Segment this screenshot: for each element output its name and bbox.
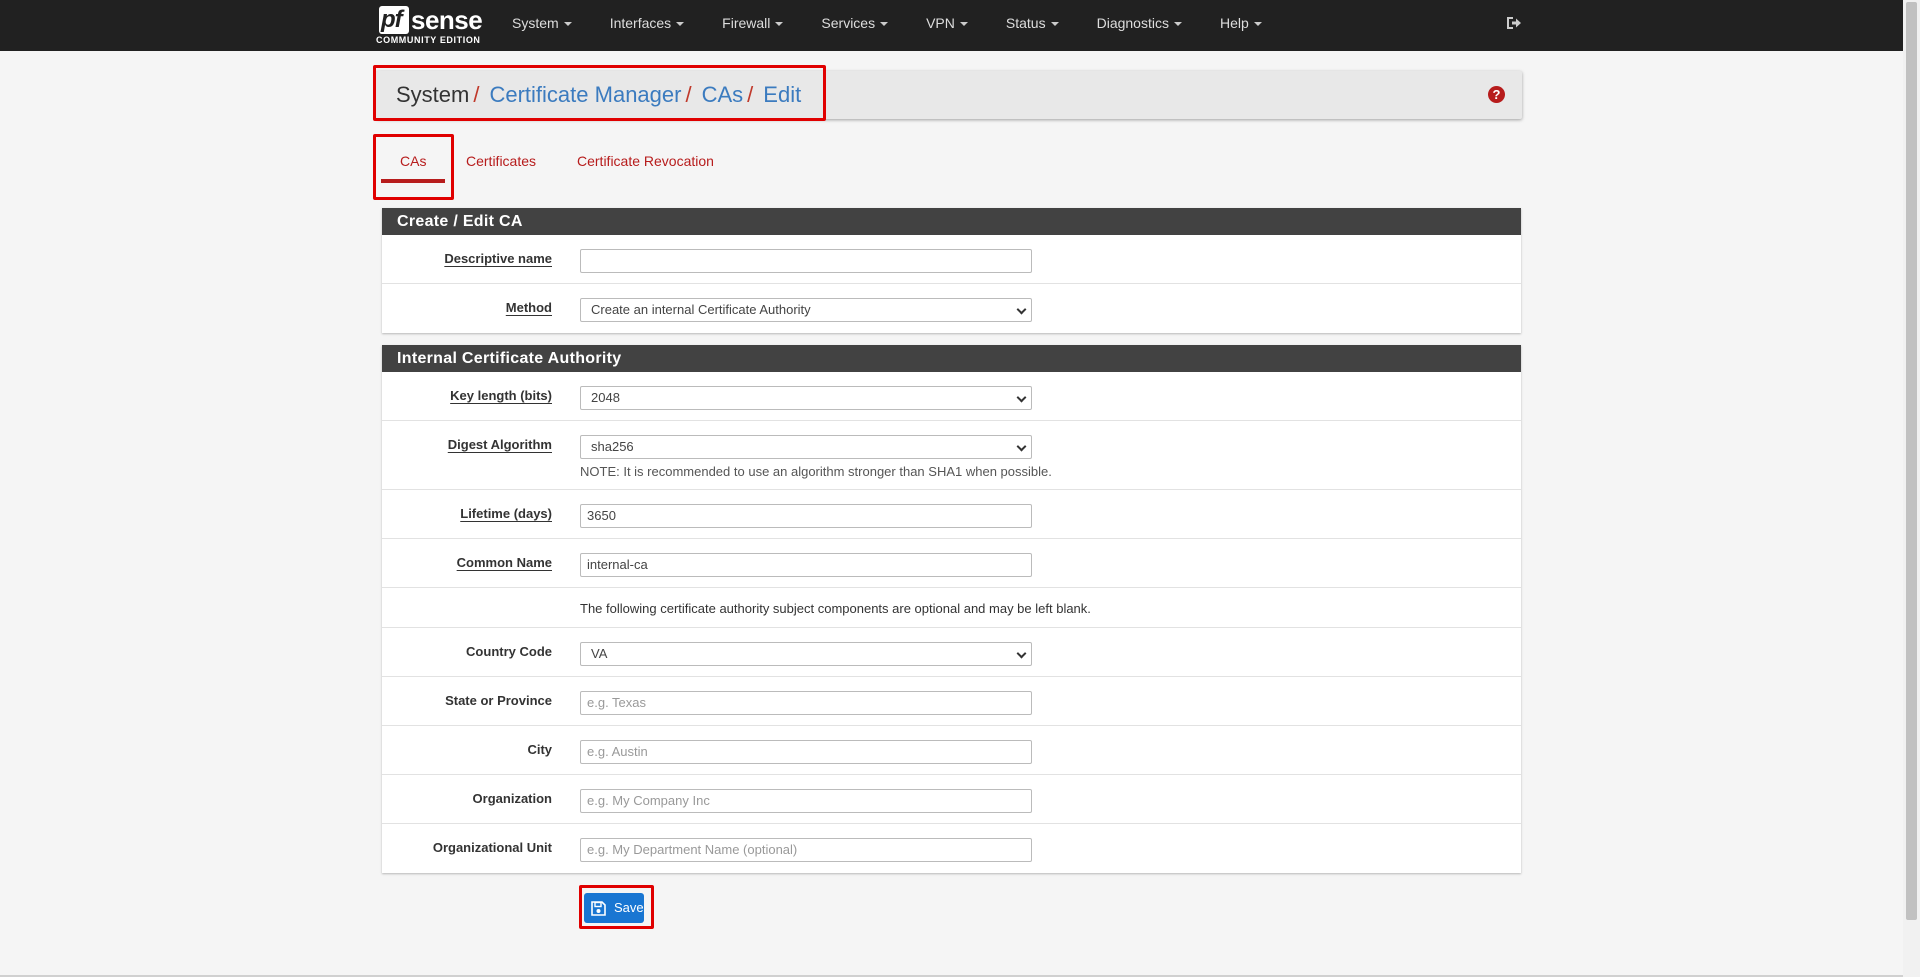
logo-edition-text: COMMUNITY EDITION [376,35,481,45]
caret-down-icon [1173,22,1182,27]
lifetime-row: Lifetime (days) 3650 [382,490,1521,539]
lifetime-input[interactable]: 3650 [580,504,1032,528]
common-name-label: Common Name [456,555,552,570]
breadcrumb-annotation-box [373,65,826,121]
tab-certificate-revocation[interactable]: Certificate Revocation [577,153,714,169]
country-value: VA [591,646,608,661]
common-name-input[interactable]: internal-ca [580,553,1032,577]
menu-system-label: System [512,15,559,31]
org-unit-label: Organizational Unit [432,840,552,855]
top-navbar: pf sense COMMUNITY EDITION System Interf… [0,0,1903,51]
state-input[interactable]: e.g. Texas [580,691,1032,715]
menu-system[interactable]: System [512,0,590,51]
menu-vpn[interactable]: VPN [926,0,986,51]
digest-value: sha256 [591,439,634,454]
organization-input[interactable]: e.g. My Company Inc [580,789,1032,813]
digest-note: NOTE: It is recommended to use an algori… [580,464,1052,479]
panel-heading: Internal Certificate Authority [382,345,1521,372]
menu-vpn-label: VPN [926,15,955,31]
lifetime-label: Lifetime (days) [460,506,552,521]
key-length-select[interactable]: 2048 [580,386,1032,410]
common-name-row: Common Name internal-ca [382,539,1521,588]
organization-row: Organization e.g. My Company Inc [382,775,1521,824]
descriptive-name-row: Descriptive name [382,235,1521,284]
country-select[interactable]: VA [580,642,1032,666]
create-edit-ca-panel: Create / Edit CA Descriptive name Method… [382,208,1521,333]
org-unit-input[interactable]: e.g. My Department Name (optional) [580,838,1032,862]
method-select-value: Create an internal Certificate Authority [591,302,811,317]
menu-interfaces[interactable]: Interfaces [610,0,702,51]
optional-note: The following certificate authority subj… [580,601,1091,616]
caret-down-icon [880,22,889,27]
caret-down-icon [775,22,784,27]
optional-note-row: The following certificate authority subj… [382,588,1521,628]
menu-services[interactable]: Services [821,0,906,51]
key-length-row: Key length (bits) 2048 [382,372,1521,421]
city-label: City [527,742,552,757]
menu-interfaces-label: Interfaces [609,15,672,31]
scrollbar-thumb[interactable] [1906,2,1917,920]
menu-diagnostics[interactable]: Diagnostics [1097,0,1200,51]
state-label: State or Province [445,693,552,708]
descriptive-name-input[interactable] [580,249,1032,273]
caret-down-icon [1050,22,1059,27]
state-row: State or Province e.g. Texas [382,677,1521,726]
logout-icon[interactable] [1505,14,1523,32]
key-length-value: 2048 [591,390,620,405]
main-menu: System Interfaces Firewall Services VPN … [512,0,1300,51]
digest-select[interactable]: sha256 [580,435,1032,459]
menu-status[interactable]: Status [1006,0,1077,51]
menu-firewall-label: Firewall [722,15,771,31]
logo-pf-text: pf [381,6,403,33]
save-annotation-box [579,885,654,929]
menu-status-label: Status [1005,15,1046,31]
menu-help-label: Help [1219,15,1249,31]
menu-services-label: Services [821,15,876,31]
logo-sense-text: sense [411,5,483,35]
chevron-down-icon [1016,304,1027,315]
city-row: City e.g. Austin [382,726,1521,775]
city-input[interactable]: e.g. Austin [580,740,1032,764]
method-select[interactable]: Create an internal Certificate Authority [580,298,1032,322]
caret-down-icon [676,22,685,27]
navbar-inner: pf sense COMMUNITY EDITION System Interf… [376,0,1522,51]
chevron-down-icon [1016,441,1027,452]
chevron-down-icon [1016,648,1027,659]
method-row: Method Create an internal Certificate Au… [382,284,1521,333]
country-label: Country Code [466,644,552,659]
brand-logo[interactable]: pf sense COMMUNITY EDITION [376,5,486,47]
menu-diagnostics-label: Diagnostics [1096,15,1169,31]
tab-annotation-box [373,134,454,200]
descriptive-name-label: Descriptive name [444,251,552,266]
menu-help[interactable]: Help [1220,0,1280,51]
internal-ca-panel: Internal Certificate Authority Key lengt… [382,345,1521,873]
organization-label: Organization [472,791,552,806]
method-label: Method [505,300,552,315]
help-question-icon[interactable]: ? [1488,86,1505,103]
chevron-down-icon [1016,392,1027,403]
country-row: Country Code VA [382,628,1521,677]
caret-down-icon [1253,22,1262,27]
org-unit-row: Organizational Unit e.g. My Department N… [382,824,1521,873]
digest-label: Digest Algorithm [447,437,552,452]
vertical-scrollbar[interactable] [1903,0,1920,977]
menu-firewall[interactable]: Firewall [722,0,801,51]
key-length-label: Key length (bits) [450,388,552,403]
digest-row: Digest Algorithm sha256 NOTE: It is reco… [382,421,1521,490]
tab-certificates[interactable]: Certificates [466,153,536,169]
panel-heading: Create / Edit CA [382,208,1521,235]
caret-down-icon [563,22,572,27]
caret-down-icon [959,22,968,27]
